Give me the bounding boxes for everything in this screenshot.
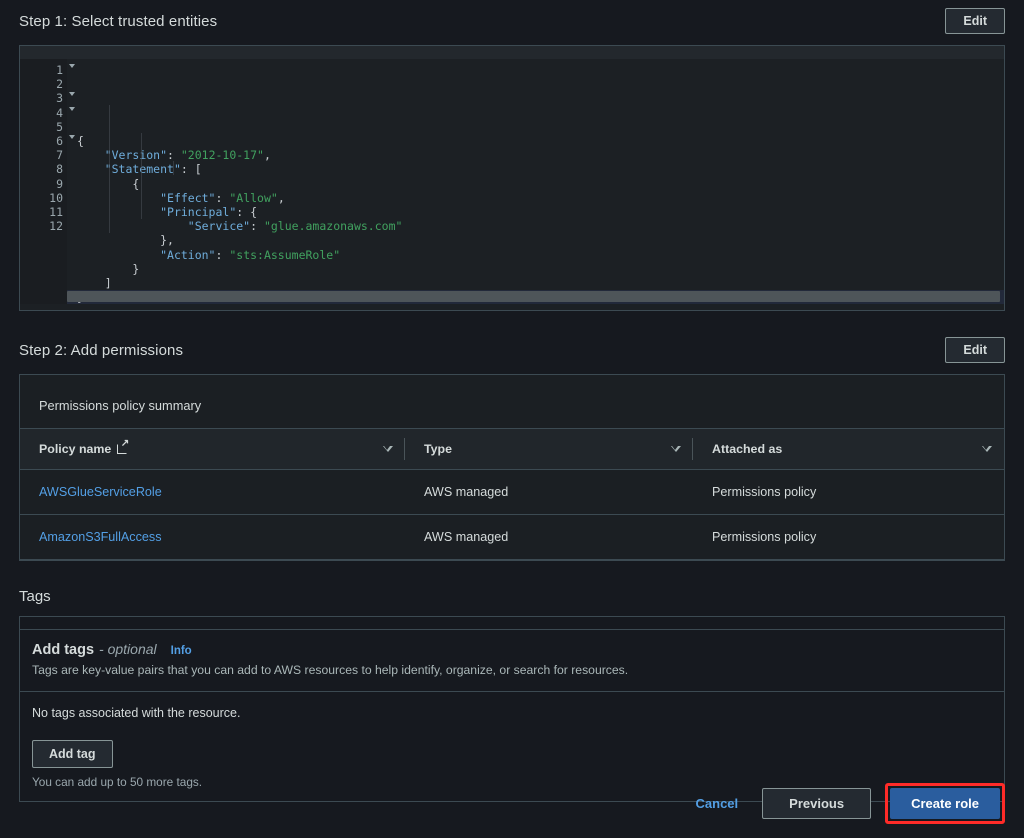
cell-policy-type: AWS managed bbox=[405, 469, 693, 515]
code-line[interactable]: } bbox=[77, 262, 1004, 276]
line-number: 11 bbox=[49, 204, 63, 219]
code-line[interactable]: "Version": "2012-10-17", bbox=[77, 148, 1004, 162]
indent-guide bbox=[173, 161, 174, 175]
trust-policy-editor[interactable]: 1 2 3 4 5 6 7 8 9 10 11 12 { "Version": "2012-10-17… bbox=[19, 45, 1005, 311]
line-number: 6 bbox=[20, 134, 75, 148]
code-line[interactable]: { bbox=[77, 177, 1004, 191]
permissions-table-body: AWSGlueServiceRole AWS managed Permissions… bbox=[20, 469, 1004, 560]
panel-top-strip bbox=[20, 375, 1004, 384]
line-number: 1 bbox=[20, 63, 75, 77]
cell-attached-as: Permissions policy bbox=[693, 469, 1004, 515]
step1-header: Step 1: Select trusted entities Edit bbox=[0, 0, 1024, 34]
permissions-summary-label: Permissions policy summary bbox=[20, 384, 1004, 429]
previous-button[interactable]: Previous bbox=[762, 788, 872, 819]
step1-edit-button[interactable]: Edit bbox=[945, 8, 1005, 34]
line-number: 5 bbox=[56, 119, 63, 134]
code-line[interactable]: ] bbox=[77, 276, 1004, 290]
indent-guide bbox=[141, 133, 142, 219]
tags-description: Tags are key-value pairs that you can ad… bbox=[32, 663, 629, 677]
column-header-policy-name[interactable]: Policy name bbox=[20, 429, 405, 470]
tags-info-link[interactable]: Info bbox=[171, 645, 192, 657]
cell-policy-name: AWSGlueServiceRole bbox=[20, 469, 405, 515]
editor-code-content[interactable]: { "Version": "2012-10-17", "Statement": … bbox=[67, 59, 1004, 305]
code-line[interactable]: "Statement": [ bbox=[77, 162, 1004, 176]
code-line[interactable]: "Effect": "Allow", bbox=[77, 191, 1004, 205]
table-row: AmazonS3FullAccess AWS managed Permissions… bbox=[20, 514, 1004, 560]
indent-guide bbox=[109, 105, 110, 233]
code-line[interactable]: "Principal": { bbox=[77, 205, 1004, 219]
code-line[interactable]: "Service": "glue.amazonaws.com" bbox=[77, 219, 1004, 233]
editor-line-numbers: 1 2 3 4 5 6 7 8 9 10 11 12 bbox=[20, 59, 75, 305]
editor-horizontal-scrollbar[interactable] bbox=[67, 291, 1000, 302]
create-role-review-page: Step 1: Select trusted entities Edit 123… bbox=[0, 0, 1024, 838]
permissions-panel: Permissions policy summary Policy name ↗… bbox=[19, 374, 1005, 561]
code-line[interactable]: { bbox=[77, 134, 1004, 148]
policy-name-link[interactable]: AWSGlueServiceRole bbox=[39, 485, 162, 499]
code-line[interactable]: "Action": "sts:AssumeRole" bbox=[77, 248, 1004, 262]
code-line[interactable]: }, bbox=[77, 233, 1004, 247]
create-role-highlight-box: Create role bbox=[885, 783, 1005, 824]
table-header-row: Policy name Type bbox=[20, 429, 1004, 470]
create-role-button[interactable]: Create role bbox=[890, 788, 1000, 819]
column-header-policy-name-label: Policy name bbox=[39, 442, 112, 456]
column-header-attached-as-label: Attached as bbox=[712, 442, 783, 456]
cell-policy-name: AmazonS3FullAccess bbox=[20, 514, 405, 560]
column-header-type-label: Type bbox=[424, 442, 452, 456]
tags-panel: Add tags - optional Info Tags are key-va… bbox=[19, 616, 1005, 802]
sort-descending-icon[interactable] bbox=[670, 445, 681, 452]
table-row: AWSGlueServiceRole AWS managed Permissions… bbox=[20, 469, 1004, 515]
step2-title: Step 2: Add permissions bbox=[19, 341, 184, 359]
permissions-table: Policy name Type bbox=[20, 429, 1004, 560]
add-tag-button[interactable]: Add tag bbox=[32, 740, 113, 768]
tags-section-title: Tags bbox=[19, 588, 51, 605]
editor-top-strip bbox=[20, 46, 1004, 59]
form-footer-actions: Cancel Previous Create role bbox=[686, 783, 1005, 824]
cell-attached-as: Permissions policy bbox=[693, 514, 1004, 560]
line-number: 8 bbox=[56, 162, 63, 177]
line-number: 9 bbox=[56, 176, 63, 191]
sort-descending-icon[interactable] bbox=[382, 445, 393, 452]
tags-panel-header: Add tags - optional Info Tags are key-va… bbox=[20, 630, 1004, 692]
no-tags-message: No tags associated with the resource. bbox=[32, 706, 241, 720]
line-number: 2 bbox=[56, 77, 63, 92]
external-link-icon[interactable] bbox=[117, 439, 129, 454]
line-number: 3 bbox=[20, 91, 75, 105]
line-number: 10 bbox=[49, 190, 63, 205]
step2-edit-button[interactable]: Edit bbox=[945, 337, 1005, 363]
step2-header: Step 2: Add permissions Edit bbox=[0, 337, 1024, 363]
add-tags-optional-label: - optional bbox=[99, 641, 157, 657]
step1-title: Step 1: Select trusted entities bbox=[19, 12, 218, 30]
line-number: 12 bbox=[49, 219, 63, 234]
editor-body[interactable]: 1 2 3 4 5 6 7 8 9 10 11 12 { "Version": "2012-10-17… bbox=[20, 59, 1004, 305]
sort-descending-icon[interactable] bbox=[981, 445, 992, 452]
line-number: 4 bbox=[20, 106, 75, 120]
column-header-type[interactable]: Type bbox=[405, 429, 693, 470]
policy-name-link[interactable]: AmazonS3FullAccess bbox=[39, 530, 162, 544]
line-number: 7 bbox=[56, 148, 63, 163]
cancel-link[interactable]: Cancel bbox=[686, 790, 749, 817]
tags-panel-top-strip bbox=[20, 617, 1004, 630]
add-tags-heading: Add tags bbox=[32, 642, 95, 658]
column-header-attached-as[interactable]: Attached as bbox=[693, 429, 1004, 470]
cell-policy-type: AWS managed bbox=[405, 514, 693, 560]
